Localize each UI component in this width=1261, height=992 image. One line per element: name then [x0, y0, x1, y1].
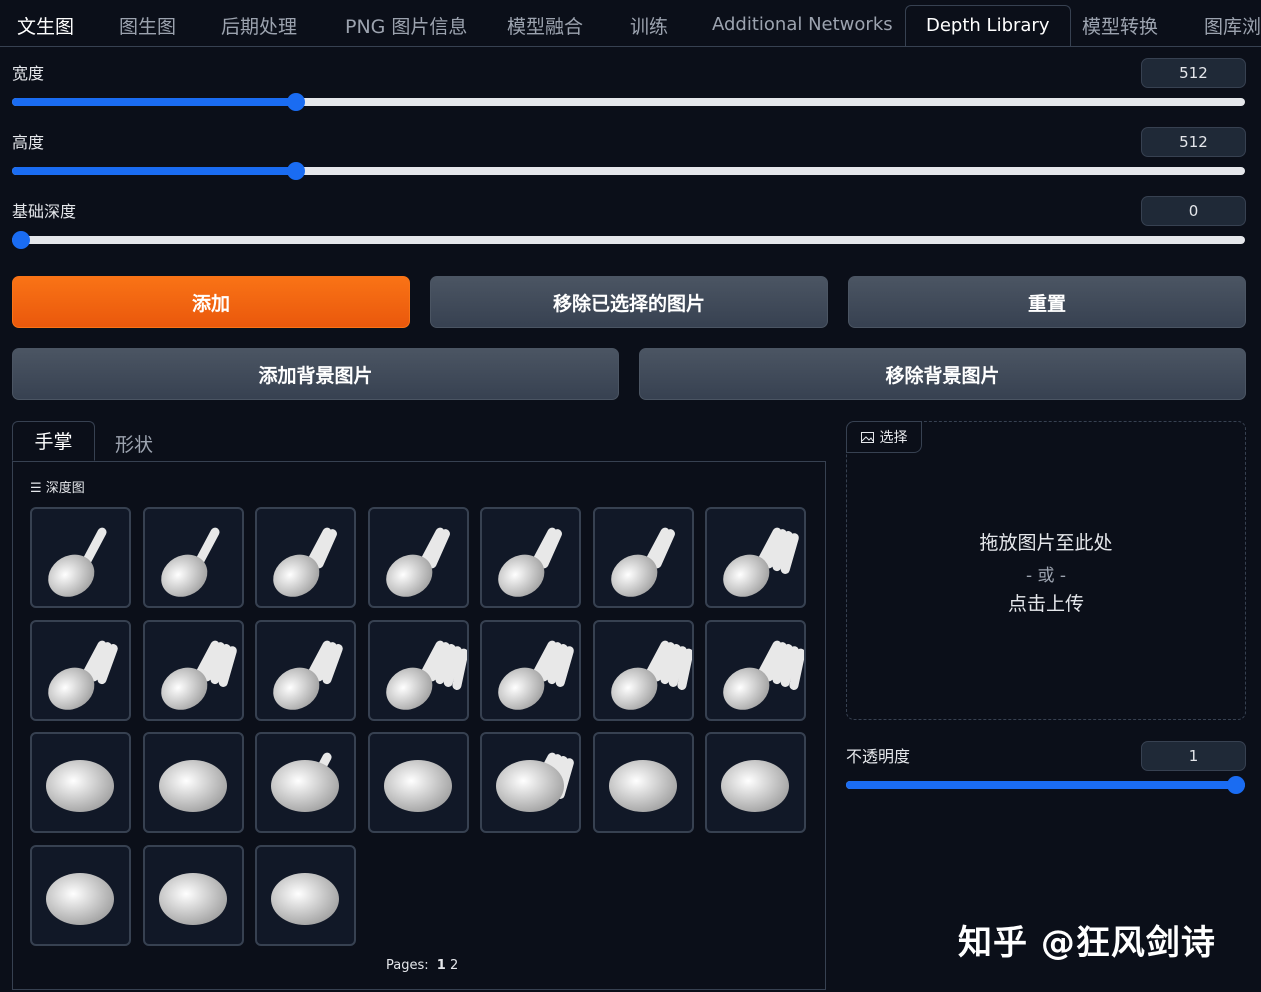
- depth-map-thumbnail[interactable]: [30, 619, 131, 721]
- remove-background-button[interactable]: 移除背景图片: [639, 348, 1246, 400]
- height-slider[interactable]: [12, 162, 1245, 180]
- tab-model-convert[interactable]: 模型转换: [1082, 12, 1158, 39]
- depth-map-thumbnail[interactable]: [255, 732, 356, 833]
- hand-depth-image: [273, 640, 343, 710]
- hand-depth-image: [158, 872, 227, 925]
- depth-map-thumbnail[interactable]: [142, 844, 244, 946]
- hand-depth-image: [498, 640, 574, 710]
- depth-map-thumbnail[interactable]: [705, 619, 806, 721]
- hand-depth-image: [271, 872, 339, 925]
- depth-map-thumbnail[interactable]: [142, 732, 244, 833]
- tab-txt2img[interactable]: 文生图: [17, 12, 74, 39]
- hand-depth-image: [385, 527, 450, 597]
- upload-tag-text: 选择: [879, 430, 908, 446]
- depth-map-thumbnail[interactable]: [30, 732, 131, 833]
- upload-label-tag: 选择: [846, 421, 922, 453]
- pages-label: Pages:: [386, 958, 429, 973]
- depth-map-thumbnail[interactable]: [367, 619, 469, 721]
- opacity-slider-thumb[interactable]: [1227, 776, 1245, 794]
- page-1-link[interactable]: 1: [437, 958, 446, 973]
- hand-depth-image: [271, 752, 339, 812]
- depth-map-thumbnail[interactable]: [255, 844, 356, 946]
- pagination: Pages: 1 2: [386, 958, 458, 973]
- tab-train[interactable]: 训练: [630, 12, 668, 39]
- hand-depth-image: [496, 752, 574, 812]
- opacity-slider-fill: [846, 781, 1245, 789]
- drop-image-text: 拖放图片至此处: [979, 532, 1113, 554]
- width-slider[interactable]: [12, 93, 1245, 111]
- hand-depth-image: [723, 527, 799, 597]
- height-input[interactable]: 512: [1141, 127, 1246, 157]
- hand-depth-image: [46, 872, 114, 925]
- gallery-label: ☰ 深度图: [30, 477, 85, 496]
- base-depth-slider-thumb[interactable]: [12, 231, 30, 249]
- tab-image-browser[interactable]: 图库浏: [1204, 12, 1261, 39]
- reset-button[interactable]: 重置: [848, 276, 1246, 328]
- hand-depth-image: [273, 527, 337, 597]
- opacity-label: 不透明度: [846, 747, 911, 766]
- depth-map-thumbnail[interactable]: [367, 507, 469, 608]
- hand-depth-image: [160, 640, 237, 710]
- tab-checkpoint-merger[interactable]: 模型融合: [507, 12, 583, 39]
- hand-depth-image: [608, 760, 677, 812]
- watermark-text: 知乎 @狂风剑诗: [958, 923, 1216, 963]
- hand-depth-image: [610, 640, 692, 710]
- height-label: 高度: [12, 133, 45, 152]
- depth-map-thumbnail[interactable]: [142, 619, 244, 721]
- tab-img2img[interactable]: 图生图: [119, 12, 176, 39]
- base-depth-input[interactable]: 0: [1141, 196, 1246, 226]
- depth-map-thumbnail[interactable]: [705, 732, 806, 833]
- depth-map-thumbnail[interactable]: [592, 507, 694, 608]
- add-button[interactable]: 添加: [12, 276, 410, 328]
- width-label: 宽度: [12, 64, 45, 83]
- tab-png-info[interactable]: PNG 图片信息: [345, 12, 467, 39]
- width-slider-fill: [12, 98, 296, 106]
- hand-depth-image: [46, 760, 114, 812]
- remove-selected-button[interactable]: 移除已选择的图片: [430, 276, 828, 328]
- depth-map-thumbnail[interactable]: [30, 507, 131, 608]
- click-upload-text[interactable]: 点击上传: [846, 589, 1246, 616]
- tab-extras[interactable]: 后期处理: [221, 12, 297, 39]
- hand-depth-image: [498, 527, 562, 597]
- hand-depth-image: [160, 527, 220, 597]
- depth-map-thumbnail[interactable]: [255, 619, 356, 721]
- depth-map-thumbnail[interactable]: [592, 732, 694, 833]
- tab-hands[interactable]: 手掌: [12, 421, 95, 461]
- tab-depth-library[interactable]: Depth Library: [905, 5, 1071, 46]
- opacity-input[interactable]: 1: [1141, 741, 1246, 771]
- tab-additional-networks[interactable]: Additional Networks: [712, 14, 893, 35]
- depth-map-thumbnail[interactable]: [367, 732, 469, 833]
- list-icon: ☰: [30, 481, 42, 496]
- depth-map-thumbnail[interactable]: [592, 619, 694, 721]
- depth-map-thumbnail[interactable]: [705, 507, 806, 608]
- width-slider-thumb[interactable]: [286, 93, 305, 111]
- depth-map-thumbnail[interactable]: [255, 507, 356, 608]
- width-input[interactable]: 512: [1141, 58, 1246, 88]
- hand-depth-image: [48, 527, 107, 597]
- hand-depth-image: [385, 640, 467, 710]
- depth-map-thumbnail[interactable]: [480, 507, 581, 608]
- depth-map-thumbnail[interactable]: [480, 732, 581, 833]
- hand-depth-image: [723, 640, 804, 710]
- hand-depth-image: [721, 760, 789, 812]
- hand-depth-image: [48, 640, 118, 710]
- base-depth-slider[interactable]: [12, 231, 1245, 249]
- opacity-slider[interactable]: [846, 776, 1245, 794]
- add-background-button[interactable]: 添加背景图片: [12, 348, 619, 400]
- page-2-link[interactable]: 2: [450, 958, 458, 973]
- height-slider-thumb[interactable]: [286, 162, 305, 180]
- depth-map-thumbnail[interactable]: [30, 844, 131, 946]
- gallery-label-text: 深度图: [45, 481, 85, 496]
- tab-shapes[interactable]: 形状: [115, 430, 153, 457]
- height-slider-fill: [12, 167, 296, 175]
- base-depth-label: 基础深度: [12, 202, 77, 221]
- main-tab-bar: 文生图 图生图 后期处理 PNG 图片信息 模型融合 训练 Additional…: [0, 0, 1261, 47]
- hand-depth-image: [158, 760, 227, 812]
- hand-depth-image: [610, 527, 675, 597]
- drop-or-text: - 或 -: [1025, 566, 1067, 586]
- image-icon: [860, 431, 874, 443]
- depth-map-thumbnail[interactable]: [480, 619, 581, 721]
- depth-map-thumbnail[interactable]: [142, 507, 244, 608]
- hand-depth-image: [383, 760, 452, 812]
